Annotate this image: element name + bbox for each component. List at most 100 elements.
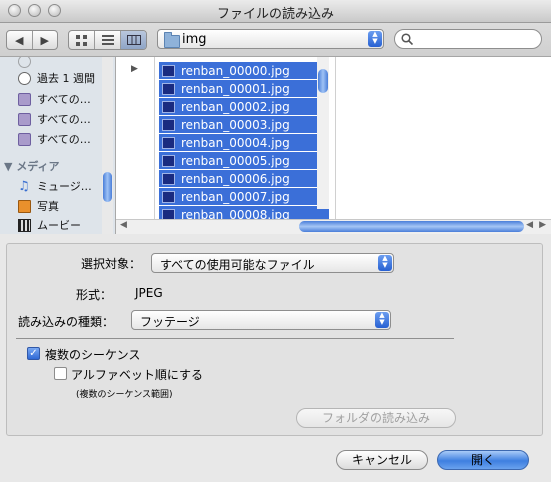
- open-button[interactable]: 開く: [437, 450, 529, 470]
- sidebar-scrollbar[interactable]: [102, 57, 113, 234]
- list-view-icon: [101, 35, 114, 45]
- sidebar-item-music[interactable]: ♫ ミュージ…: [18, 177, 92, 195]
- jpeg-file-icon: [162, 190, 175, 203]
- clock-icon: [18, 57, 31, 68]
- scroll-left-icon[interactable]: ◀: [526, 220, 533, 230]
- import-as-label: 読み込みの種類：: [18, 315, 115, 329]
- sidebar-item-label: すべての…: [37, 133, 91, 146]
- sidebar-item-smart-folder[interactable]: すべての…: [18, 110, 91, 128]
- icon-view-button[interactable]: [69, 31, 95, 49]
- file-name: renban_00001.jpg: [181, 81, 290, 96]
- file-row[interactable]: renban_00007.jpg: [159, 188, 329, 205]
- folder-icon: [164, 32, 180, 48]
- jpeg-file-icon: [162, 172, 175, 185]
- view-mode-control: [68, 30, 147, 50]
- popup-arrows-icon: ▲ ▼: [368, 31, 382, 47]
- forward-icon: ▶: [40, 33, 49, 47]
- popup-arrows-icon: ▲ ▼: [375, 312, 389, 328]
- disclosure-triangle-icon: ▼: [4, 160, 13, 173]
- column-browser: ▶ renban_00000.jpg renban_00001.jpg renb…: [116, 57, 551, 219]
- divider: [16, 338, 454, 339]
- sidebar-scroll-thumb[interactable]: [103, 172, 112, 202]
- file-name: renban_00003.jpg: [181, 117, 290, 132]
- jpeg-file-icon: [162, 208, 175, 219]
- file-row[interactable]: renban_00003.jpg: [159, 116, 329, 133]
- jpeg-file-icon: [162, 118, 175, 131]
- enable-popup[interactable]: すべての使用可能なファイル ▲ ▼: [151, 253, 394, 273]
- window-title: ファイルの読み込み: [216, 7, 334, 22]
- file-name: renban_00008.jpg: [181, 207, 290, 220]
- smart-folder-icon: [18, 132, 31, 146]
- back-button[interactable]: ◀: [7, 31, 33, 49]
- scroll-right-icon[interactable]: ▶: [539, 220, 546, 230]
- sidebar-item-label: 写真: [37, 200, 59, 213]
- icon-view-icon: [76, 34, 87, 46]
- clock-icon: [18, 71, 31, 85]
- sidebar-item-label: ムービー: [37, 219, 81, 232]
- file-name: renban_00004.jpg: [181, 135, 290, 150]
- title-bar: ファイルの読み込み: [0, 0, 551, 23]
- smart-folder-icon: [18, 112, 31, 126]
- jpeg-file-icon: [162, 82, 175, 95]
- file-name: renban_00006.jpg: [181, 171, 290, 186]
- file-column-scroll-thumb[interactable]: [318, 69, 328, 93]
- sidebar-item-past-week[interactable]: 過去 1 週間: [18, 69, 95, 87]
- popup-arrows-icon: ▲ ▼: [378, 255, 392, 271]
- enable-value: すべての使用可能なファイル: [160, 258, 315, 272]
- photo-icon: [18, 199, 31, 213]
- file-row[interactable]: renban_00004.jpg: [159, 134, 329, 151]
- jpeg-file-icon: [162, 154, 175, 167]
- format-label: 形式：: [76, 288, 113, 302]
- sidebar-section-label: メディア: [16, 160, 60, 173]
- alphabetical-label: アルファベット順にする: [71, 368, 204, 382]
- back-icon: ◀: [15, 33, 24, 47]
- sequence-label: 複数のシーケンス: [45, 348, 141, 362]
- file-name: renban_00002.jpg: [181, 99, 290, 114]
- sidebar-section-media[interactable]: ▼ メディア: [4, 158, 60, 174]
- file-row[interactable]: renban_00008.jpg: [159, 206, 329, 219]
- scroll-left-icon[interactable]: ◀: [120, 220, 127, 230]
- forward-button[interactable]: ▶: [33, 31, 58, 49]
- column-view-button[interactable]: [121, 31, 146, 49]
- column-arrow-icon: ▶: [131, 64, 138, 74]
- file-row[interactable]: renban_00002.jpg: [159, 98, 329, 115]
- file-row[interactable]: renban_00000.jpg: [159, 62, 329, 79]
- sidebar-item-smart-folder[interactable]: すべての…: [18, 130, 91, 148]
- sidebar-item-label: 過去 1 週間: [37, 72, 95, 85]
- alphabetical-checkbox[interactable]: [54, 367, 67, 380]
- file-column-scrollbar[interactable]: [317, 57, 329, 209]
- import-as-popup[interactable]: フッテージ ▲ ▼: [131, 310, 391, 330]
- sidebar-item-photos[interactable]: 写真: [18, 197, 59, 215]
- import-as-value: フッテージ: [140, 315, 200, 329]
- sidebar-item-label: ミュージ…: [37, 180, 92, 193]
- format-value: JPEG: [135, 286, 163, 300]
- list-view-button[interactable]: [95, 31, 121, 49]
- file-row[interactable]: renban_00005.jpg: [159, 152, 329, 169]
- sequence-checkbox[interactable]: ✓: [27, 347, 40, 360]
- music-icon: ♫: [18, 178, 30, 194]
- sequence-range-note: (複数のシーケンス範囲): [76, 390, 173, 400]
- smart-folder-icon: [18, 92, 31, 106]
- file-row[interactable]: renban_00001.jpg: [159, 80, 329, 97]
- sidebar: 過去 1 週間 すべての… すべての… すべての… ▼ メディア ♫ ミュージ……: [0, 57, 116, 234]
- search-field[interactable]: [394, 29, 542, 49]
- location-popup[interactable]: img ▲ ▼: [157, 29, 384, 49]
- browser-horizontal-scrollbar[interactable]: ◀ ◀ ▶: [116, 219, 551, 234]
- movie-icon: [18, 218, 31, 232]
- sidebar-item-movies[interactable]: ムービー: [18, 216, 81, 234]
- sidebar-item-smart-folder[interactable]: すべての…: [18, 90, 91, 108]
- search-icon: [401, 33, 413, 45]
- import-folder-button[interactable]: フォルダの読み込み: [296, 408, 456, 428]
- sidebar-item-label: すべての…: [37, 113, 91, 126]
- location-label: img: [182, 32, 207, 47]
- horizontal-scroll-thumb[interactable]: [299, 221, 524, 232]
- file-name: renban_00005.jpg: [181, 153, 290, 168]
- parent-column[interactable]: ▶: [116, 57, 155, 219]
- cancel-button[interactable]: キャンセル: [336, 450, 428, 470]
- column-view-icon: [126, 35, 141, 45]
- sidebar-item-label: すべての…: [37, 93, 91, 106]
- jpeg-file-icon: [162, 100, 175, 113]
- file-column: renban_00000.jpg renban_00001.jpg renban…: [155, 57, 336, 219]
- jpeg-file-icon: [162, 64, 175, 77]
- file-row[interactable]: renban_00006.jpg: [159, 170, 329, 187]
